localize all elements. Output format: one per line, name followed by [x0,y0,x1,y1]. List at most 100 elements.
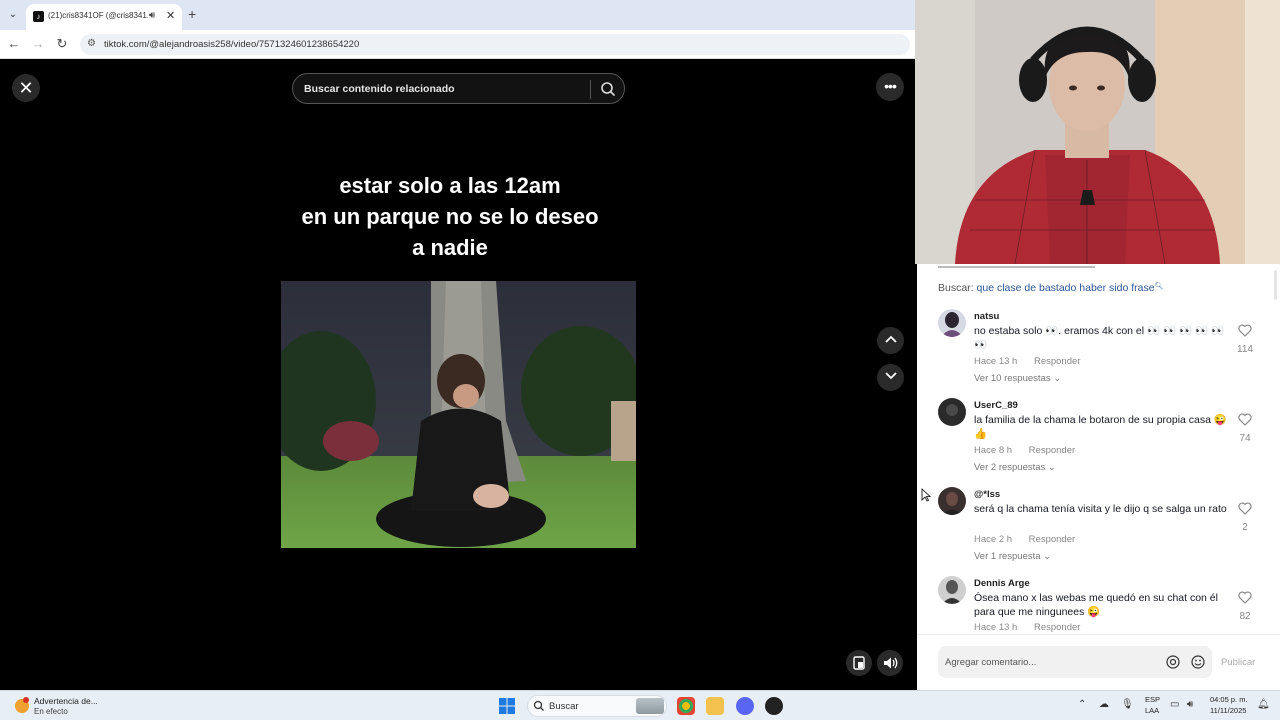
heart-icon[interactable] [1238,413,1252,426]
comment-meta: Hace 2 h Responder [974,534,1075,545]
comment-username[interactable]: @*lss [974,489,1000,500]
search-suggestion-icon: 🔍︎ [1154,283,1164,290]
obs-icon[interactable] [765,697,783,715]
avatar[interactable] [938,309,966,337]
comment-item: @*lss será q la chama tenía visita y le … [938,487,1258,567]
video-viewer: ✕ Buscar contenido relacionado ••• estar… [0,60,915,690]
tiktok-favicon-icon: ♪ [33,11,44,22]
weather-subtitle: En efecto [34,707,68,716]
windows-start-icon[interactable] [499,698,515,714]
comment-item: Dennis Arge Ósea mano x las webas me que… [938,576,1258,634]
emoji-icon[interactable] [1190,654,1206,670]
view-replies-button[interactable]: Ver 10 respuestas ⌄ [974,373,1061,384]
taskbar-search[interactable]: Buscar [527,695,667,717]
comment-time: Hace 13 h [974,356,1018,367]
view-replies-button[interactable]: Ver 2 respuestas ⌄ [974,462,1056,473]
browser-window: ⌄ ♪ (21)cris8341OF (@cris8341... 🔊︎ ✕ + … [0,0,915,690]
webcam-overlay-image [915,0,1280,264]
input-language[interactable]: ESP [1145,695,1160,704]
back-arrow-icon[interactable]: ← [6,36,22,51]
heart-icon[interactable] [1238,324,1252,337]
network-icon[interactable]: ▭ [1170,699,1179,710]
clock-time[interactable]: 04:05 p. m. [1210,695,1248,704]
speaker-icon[interactable]: 🔊︎ [149,10,155,21]
like-control[interactable]: 2 [1232,502,1258,533]
comment-username[interactable]: UserC_89 [974,400,1018,411]
comment-username[interactable]: natsu [974,311,999,322]
comment-text: será q la chama tenía visita y le dijo q… [974,503,1227,515]
search-divider [590,80,591,99]
caption-line: estar solo a las 12am [339,173,561,198]
file-explorer-icon[interactable] [706,697,724,715]
more-options-button[interactable]: ••• [876,73,904,101]
discord-icon[interactable] [736,697,754,715]
search-highlight-image [636,698,664,714]
search-icon [533,700,544,711]
comment-text: la familia de la chama le botaron de su … [974,414,1227,440]
comment-meta: Hace 13 h Responder [974,622,1080,633]
microphone-icon[interactable]: 🎙︎ [1121,699,1134,710]
comment-item: UserC_89 la familia de la chama le botar… [938,398,1258,478]
reload-icon[interactable]: ↻ [54,36,70,52]
forward-arrow-icon[interactable]: → [30,36,46,51]
clock-date[interactable]: 11/11/2025 [1210,706,1246,715]
reply-button[interactable]: Responder [1034,356,1080,367]
reply-button[interactable]: Responder [1029,534,1075,545]
address-bar: ← → ↻ ⚙ tiktok.com/@alejandroasis258/vid… [0,30,915,59]
previous-video-button[interactable] [877,327,904,354]
reply-button[interactable]: Responder [1034,622,1080,633]
close-tab-button[interactable]: ✕ [166,9,175,22]
divider [917,634,1280,635]
search-suggestion-link[interactable]: que clase de bastado haber sido frase [977,282,1155,294]
avatar[interactable] [938,398,966,426]
tray-overflow-icon[interactable]: ⌃ [1078,699,1086,710]
avatar[interactable] [938,487,966,515]
video-frame-image [281,281,636,548]
active-tab-indicator [938,266,1095,268]
new-tab-button[interactable]: + [188,6,196,22]
taskbar: Advertencia de... En efecto Buscar ⌃ ☁ 🎙… [0,690,1280,720]
notifications-icon[interactable]: 🔔︎ [1257,699,1270,710]
url-field[interactable]: ⚙ tiktok.com/@alejandroasis258/video/757… [80,34,910,55]
tab-tiktok[interactable]: ♪ (21)cris8341OF (@cris8341... 🔊︎ ✕ [26,4,182,30]
next-video-button[interactable] [877,364,904,391]
search-icon[interactable] [598,79,618,99]
video-player[interactable]: estar solo a las 12am en un parque no se… [270,155,636,625]
chrome-icon[interactable] [677,697,695,715]
like-control[interactable]: 114 [1232,324,1258,355]
like-control[interactable]: 82 [1232,591,1258,622]
search-suggestion: Buscar: que clase de bastado haber sido … [938,282,1163,294]
input-layout[interactable]: LAA [1145,706,1159,715]
publish-button[interactable]: Publicar [1221,657,1255,668]
related-search-input[interactable]: Buscar contenido relacionado [292,73,625,104]
weather-alert-icon[interactable] [13,696,31,714]
avatar[interactable] [938,576,966,604]
close-video-button[interactable]: ✕ [12,74,40,102]
like-count: 74 [1239,433,1251,444]
caption-line: a nadie [412,235,488,260]
mention-icon[interactable] [1165,654,1181,670]
heart-icon[interactable] [1238,502,1252,515]
mini-player-button[interactable] [846,650,872,676]
comment-input-placeholder: Agregar comentario... [945,657,1037,668]
onedrive-icon[interactable]: ☁ [1099,699,1109,710]
view-replies-button[interactable]: Ver 1 respuesta ⌄ [974,551,1051,562]
comment-username[interactable]: Dennis Arge [974,578,1030,589]
reply-button[interactable]: Responder [1029,445,1075,456]
volume-tray-icon[interactable]: 🔊︎ [1187,699,1193,710]
heart-icon[interactable] [1238,591,1252,604]
chevron-down-icon [884,372,897,380]
comment-input[interactable]: Agregar comentario... [938,646,1212,678]
caption-line: en un parque no se lo deseo [301,204,599,229]
comment-meta: Hace 8 h Responder [974,445,1075,456]
tab-search-icon[interactable]: ⌄ [6,8,20,22]
url-text: tiktok.com/@alejandroasis258/video/75713… [104,39,360,50]
comments-scrollbar[interactable] [1274,270,1277,300]
site-info-icon[interactable]: ⚙ [87,38,96,49]
like-count: 2 [1242,522,1248,533]
weather-title[interactable]: Advertencia de... [34,696,98,706]
like-control[interactable]: 74 [1232,413,1258,444]
like-count: 82 [1239,611,1251,622]
volume-button[interactable] [877,650,903,676]
comment-time: Hace 2 h [974,534,1013,545]
